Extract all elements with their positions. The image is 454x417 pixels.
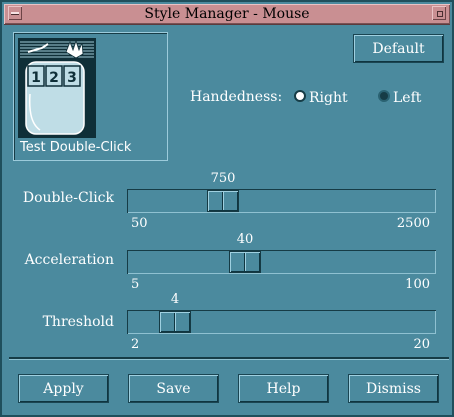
threshold-slider[interactable]: [127, 310, 436, 334]
acceleration-label: Acceleration: [24, 252, 114, 268]
double-click-slider-thumb[interactable]: [208, 191, 238, 211]
double-click-min: 50: [131, 216, 148, 231]
acceleration-slider[interactable]: [127, 250, 436, 274]
acceleration-min: 5: [131, 277, 140, 292]
mouse-icon[interactable]: 1 2 3: [18, 38, 96, 138]
window-title: Style Manager - Mouse: [144, 6, 310, 22]
threshold-value: 4: [170, 292, 180, 307]
mouse-button-1-digit: 1: [31, 70, 41, 86]
handedness-left-radio[interactable]: [378, 90, 390, 102]
help-button[interactable]: Help: [239, 375, 328, 402]
threshold-label: Threshold: [42, 314, 114, 330]
threshold-slider-thumb[interactable]: [160, 312, 190, 332]
threshold-min: 2: [131, 337, 140, 352]
acceleration-slider-thumb[interactable]: [230, 252, 260, 272]
mouse-button-2-digit: 2: [49, 70, 59, 86]
double-click-slider[interactable]: [127, 189, 436, 213]
double-click-value: 750: [210, 171, 236, 186]
apply-button[interactable]: Apply: [19, 375, 108, 402]
dismiss-button[interactable]: Dismiss: [349, 375, 438, 402]
handedness-right-radio[interactable]: [294, 90, 306, 102]
mouse-button-3-digit: 3: [67, 70, 77, 86]
handedness-right-label[interactable]: Right: [309, 90, 348, 106]
title-bar[interactable]: Style Manager - Mouse: [4, 4, 450, 25]
handedness-label: Handedness:: [190, 89, 283, 105]
handedness-left-label[interactable]: Left: [393, 90, 421, 106]
style-manager-window: Style Manager - Mouse 1 2 3 Test Double-…: [0, 0, 454, 417]
acceleration-max: 100: [405, 277, 430, 292]
default-button[interactable]: Default: [354, 35, 443, 62]
separator: [9, 357, 449, 359]
threshold-max: 20: [413, 337, 430, 352]
save-button[interactable]: Save: [129, 375, 218, 402]
test-double-click-label: Test Double-Click: [20, 140, 132, 155]
acceleration-value: 40: [236, 232, 254, 247]
mouse-icon-graphic: 1 2 3: [18, 38, 96, 138]
double-click-max: 2500: [396, 216, 430, 231]
minimize-button[interactable]: [432, 6, 446, 20]
double-click-label: Double-Click: [22, 190, 114, 206]
